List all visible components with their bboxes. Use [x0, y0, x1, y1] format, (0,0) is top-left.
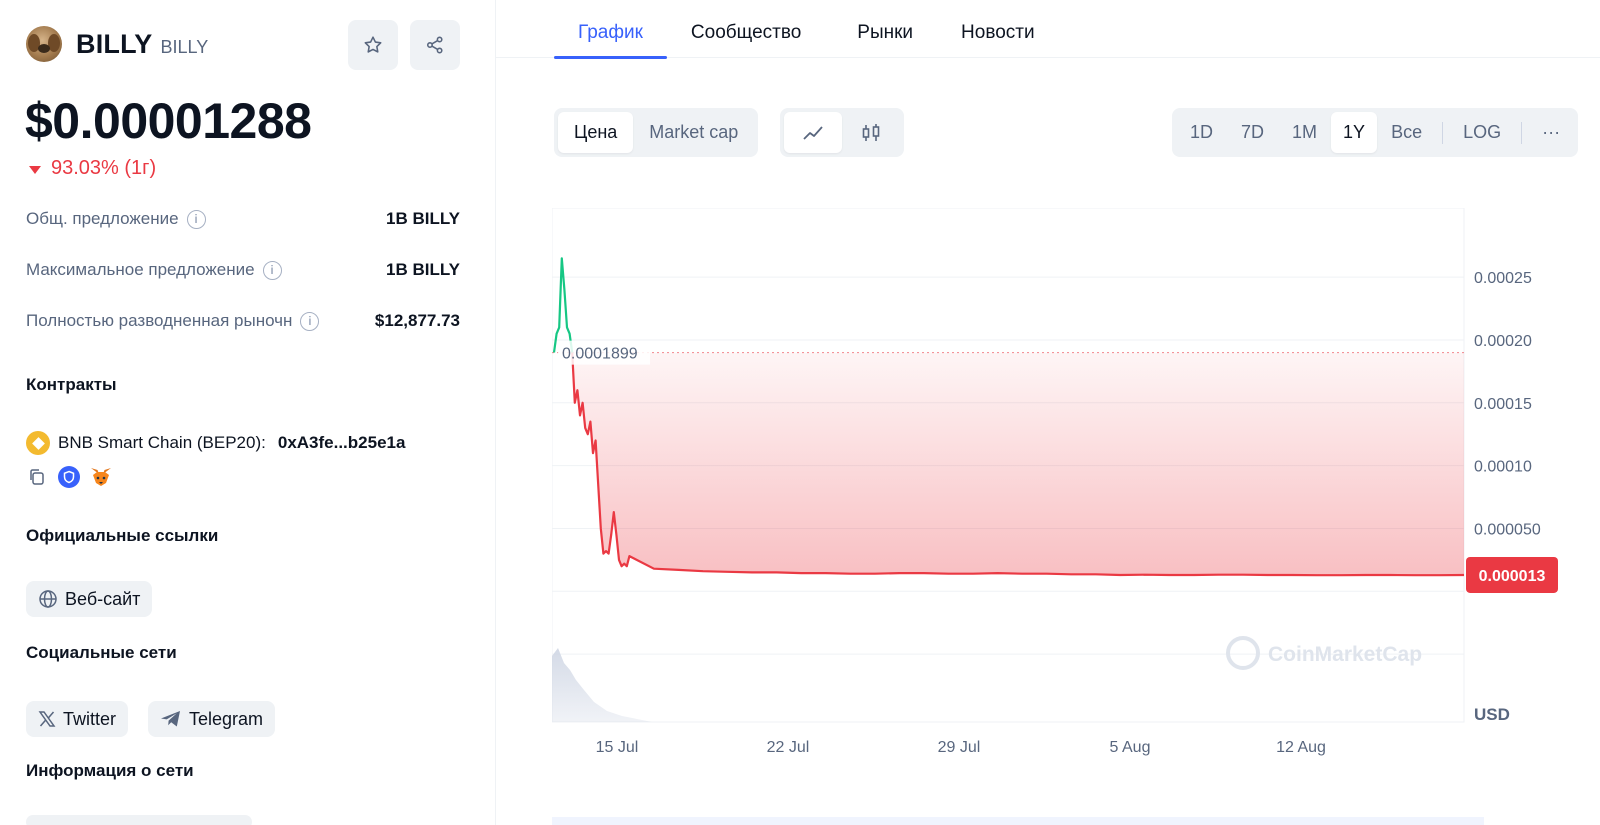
info-icon[interactable]: i: [300, 311, 320, 331]
website-label: Веб-сайт: [65, 588, 141, 609]
more-options-button[interactable]: ···: [1528, 112, 1574, 153]
watchlist-star-button[interactable]: [348, 20, 398, 70]
candlestick-icon: [862, 123, 880, 141]
shield-icon[interactable]: [58, 466, 80, 488]
stat-value: 1B BILLY: [385, 209, 460, 228]
cmc-logo-icon: [1226, 636, 1260, 670]
price-line-up: [552, 257, 574, 353]
stat-fdv: Полностью разводненная рыночн i $12,877.…: [26, 311, 460, 331]
price-marketcap-toggle: Цена Market cap: [554, 108, 759, 157]
tab-markets[interactable]: Рынки: [825, 22, 937, 58]
price-chart[interactable]: 0.00025 0.00020 0.00015 0.00010 0.000050 15 J…: [551, 207, 1600, 768]
current-price-label: 0.000013: [1479, 568, 1546, 585]
coin-logo: [26, 26, 62, 62]
stat-value: 1B BILLY: [385, 260, 460, 279]
telegram-label: Telegram: [189, 708, 264, 729]
x-tick-label: 5 Aug: [1110, 739, 1151, 756]
marketcap-option[interactable]: Market cap: [633, 112, 754, 153]
stat-total-supply: Общ. предложение i 1B BILLY: [26, 209, 460, 229]
x-tick-label: 22 Jul: [767, 739, 810, 756]
website-link[interactable]: Веб-сайт: [26, 581, 153, 617]
stat-value: $12,877.73: [374, 311, 460, 330]
coin-price: $0.00001288: [25, 93, 312, 149]
telegram-link[interactable]: Telegram: [148, 701, 276, 737]
currency-label: USD: [1474, 705, 1510, 724]
chart-type-toggle: [780, 108, 904, 157]
stat-label: Максимальное предложение: [26, 260, 255, 279]
coin-symbol: BILLY: [160, 36, 209, 57]
volume-area: [552, 648, 652, 722]
price-option[interactable]: Цена: [558, 112, 634, 153]
official-links-title: Официальные ссылки: [26, 526, 219, 545]
range-1d[interactable]: 1D: [1176, 112, 1227, 153]
price-area: [552, 352, 1464, 722]
y-tick-label: 0.00015: [1474, 396, 1532, 413]
line-chart-icon: [803, 125, 823, 140]
range-all[interactable]: Все: [1377, 112, 1436, 153]
page: BILLY BILLY $0.00001288 93.03% (1г) Общ.…: [0, 0, 1600, 825]
down-area-fill: [572, 352, 1464, 576]
range-1m[interactable]: 1M: [1278, 112, 1331, 153]
bnb-chain-icon: [26, 431, 50, 455]
network-info-pill[interactable]: [26, 815, 252, 825]
x-tick-label: 12 Aug: [1276, 739, 1326, 756]
watermark-text: CoinMarketCap: [1268, 643, 1422, 666]
stat-label: Полностью разводненная рыночн: [26, 311, 293, 330]
telegram-icon: [161, 711, 180, 727]
x-tick-label: 15 Jul: [596, 739, 639, 756]
price-change: 93.03% (1г): [29, 157, 156, 180]
main-tabs: График Сообщество Рынки Новости: [554, 0, 1059, 59]
x-logo-icon: [38, 711, 56, 727]
y-tick-label: 0.00025: [1474, 270, 1532, 287]
coin-header: BILLY BILLY: [26, 26, 208, 62]
coin-info-panel: BILLY BILLY $0.00001288 93.03% (1г) Общ.…: [0, 0, 496, 825]
social-title: Социальные сети: [26, 643, 177, 662]
candle-chart-option[interactable]: [842, 112, 900, 153]
contract-actions: [26, 466, 112, 488]
reference-price-label: 0.0001899: [562, 346, 638, 363]
network-info-title: Информация о сети: [26, 761, 194, 780]
time-range-selector: 1D 7D 1M 1Y Все LOG ···: [1172, 108, 1579, 157]
contracts-title: Контракты: [26, 375, 117, 394]
share-button[interactable]: [410, 20, 460, 70]
info-icon[interactable]: i: [186, 209, 206, 229]
range-divider: [1521, 121, 1523, 144]
metamask-fox-icon[interactable]: [90, 466, 112, 488]
range-1y[interactable]: 1Y: [1331, 112, 1378, 153]
star-icon: [364, 36, 382, 53]
info-icon[interactable]: i: [262, 260, 282, 280]
price-chart-svg: 0.00025 0.00020 0.00015 0.00010 0.000050 15 J…: [551, 207, 1558, 756]
contract-address[interactable]: 0xA3fe...b25e1a: [278, 433, 406, 453]
coinmarketcap-watermark: CoinMarketCap: [1226, 636, 1422, 670]
log-toggle[interactable]: LOG: [1449, 112, 1515, 153]
twitter-label: Twitter: [63, 708, 117, 729]
price-change-value: 93.03% (1г): [51, 157, 157, 179]
share-icon: [426, 36, 443, 54]
stat-label: Общ. предложение: [26, 209, 179, 228]
line-chart-option[interactable]: [784, 112, 842, 153]
range-7d[interactable]: 7D: [1227, 112, 1278, 153]
x-tick-label: 29 Jul: [938, 739, 981, 756]
stat-max-supply: Максимальное предложение i 1B BILLY: [26, 260, 460, 280]
chart-range-navigator[interactable]: [552, 817, 1484, 825]
range-divider: [1442, 121, 1444, 144]
globe-icon: [39, 590, 57, 608]
copy-icon[interactable]: [26, 466, 48, 488]
contract-row: BNB Smart Chain (BEP20): 0xA3fe...b25e1a: [26, 431, 405, 455]
y-tick-label: 0.00020: [1474, 333, 1532, 350]
tab-community[interactable]: Сообщество: [667, 22, 825, 58]
tab-chart[interactable]: График: [554, 22, 667, 59]
tab-news[interactable]: Новости: [937, 22, 1059, 58]
coin-name: BILLY: [76, 28, 153, 59]
twitter-link[interactable]: Twitter: [26, 701, 129, 737]
y-tick-label: 0.000050: [1474, 521, 1541, 538]
y-tick-label: 0.00010: [1474, 459, 1532, 476]
chain-name: BNB Smart Chain (BEP20):: [58, 433, 266, 452]
down-triangle-icon: [29, 165, 41, 174]
